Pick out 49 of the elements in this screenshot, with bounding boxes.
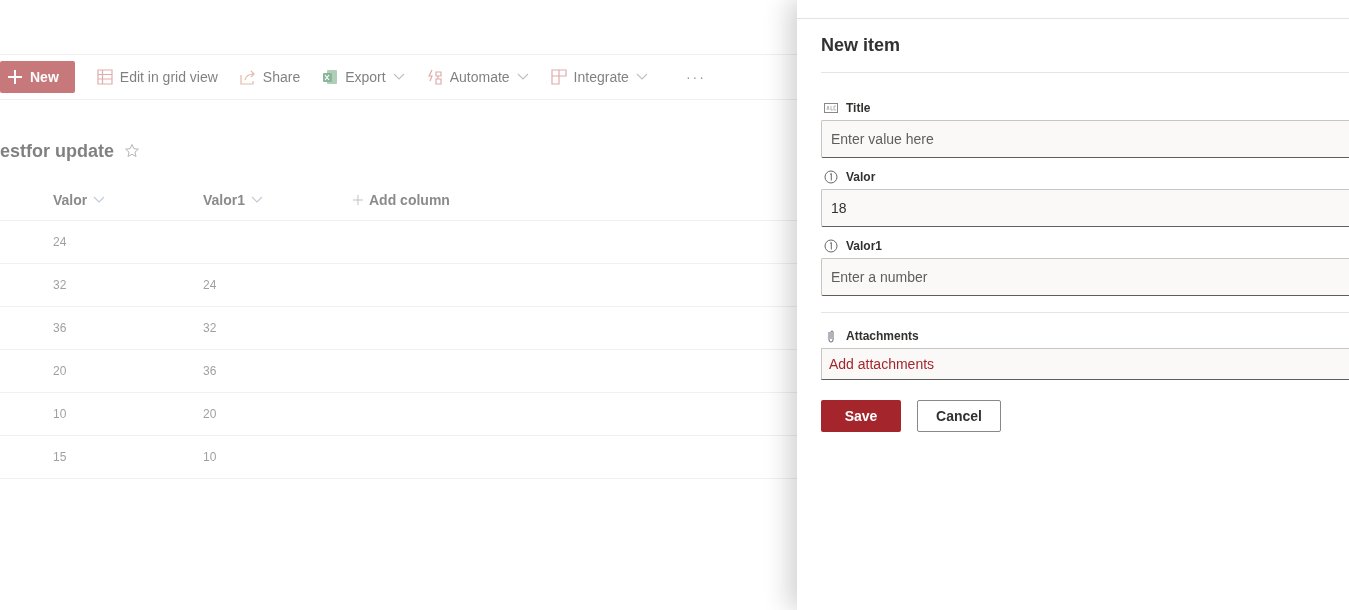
table-cell-text: 24 [203,278,218,292]
chevron-down-icon [392,73,405,81]
table-cell-text: 20 [53,364,68,378]
text-field-icon [824,103,838,113]
table-cell-text: 32 [53,278,68,292]
add-attachments-link[interactable]: Add attachments [829,356,935,372]
toolbar-button[interactable]: Share [231,61,309,93]
table-cell-text: 15 [53,450,68,464]
table-cell-text: 32 [203,321,218,335]
toolbar-button[interactable]: Integrate [542,61,656,93]
chevron-down-icon [93,196,106,204]
column-header[interactable]: Valor1 [195,192,345,208]
table-cell-text: 36 [53,321,68,335]
table-icon [96,69,113,85]
star-icon[interactable] [124,143,140,159]
add-column-button[interactable]: Add column [345,192,458,208]
cancel-button[interactable]: Cancel [917,400,1001,432]
panel-title: New item [821,34,902,57]
plus-icon [8,70,22,84]
toolbar-button[interactable]: Automate [418,61,537,93]
input-field[interactable]: Enter a number [821,258,1349,296]
flow-icon [426,69,443,85]
field-label: Valor1 [846,239,883,253]
table-cell-text: 36 [203,364,218,378]
chevron-down-icon [516,73,529,81]
field-label: Valor [846,170,876,184]
toolbar-button[interactable]: Export [314,61,413,93]
list-title: estfor update [0,140,114,162]
input-field[interactable]: Enter value here [821,120,1349,158]
field-label: Title [846,101,871,115]
number-icon [824,170,838,184]
more-button[interactable]: ··· [677,61,714,93]
chevron-down-icon [251,196,264,204]
spreadsheet-icon [322,69,339,85]
blocks-icon [550,69,567,85]
column-header[interactable]: Valor [45,192,195,208]
table-cell-text: 20 [203,407,218,421]
table-cell-text: 10 [203,450,218,464]
number-icon [824,239,838,253]
table-cell-text: 24 [53,235,68,249]
new-button[interactable]: New [0,61,75,93]
field-label: Attachments [846,329,919,343]
chevron-down-icon [635,73,648,81]
toolbar-button[interactable]: Edit in grid view [88,61,226,93]
share-icon [239,69,256,85]
table-cell-text: 10 [53,407,68,421]
save-button[interactable]: Save [821,400,901,432]
input-field[interactable]: 18 [821,189,1349,227]
plus-icon [353,195,363,205]
